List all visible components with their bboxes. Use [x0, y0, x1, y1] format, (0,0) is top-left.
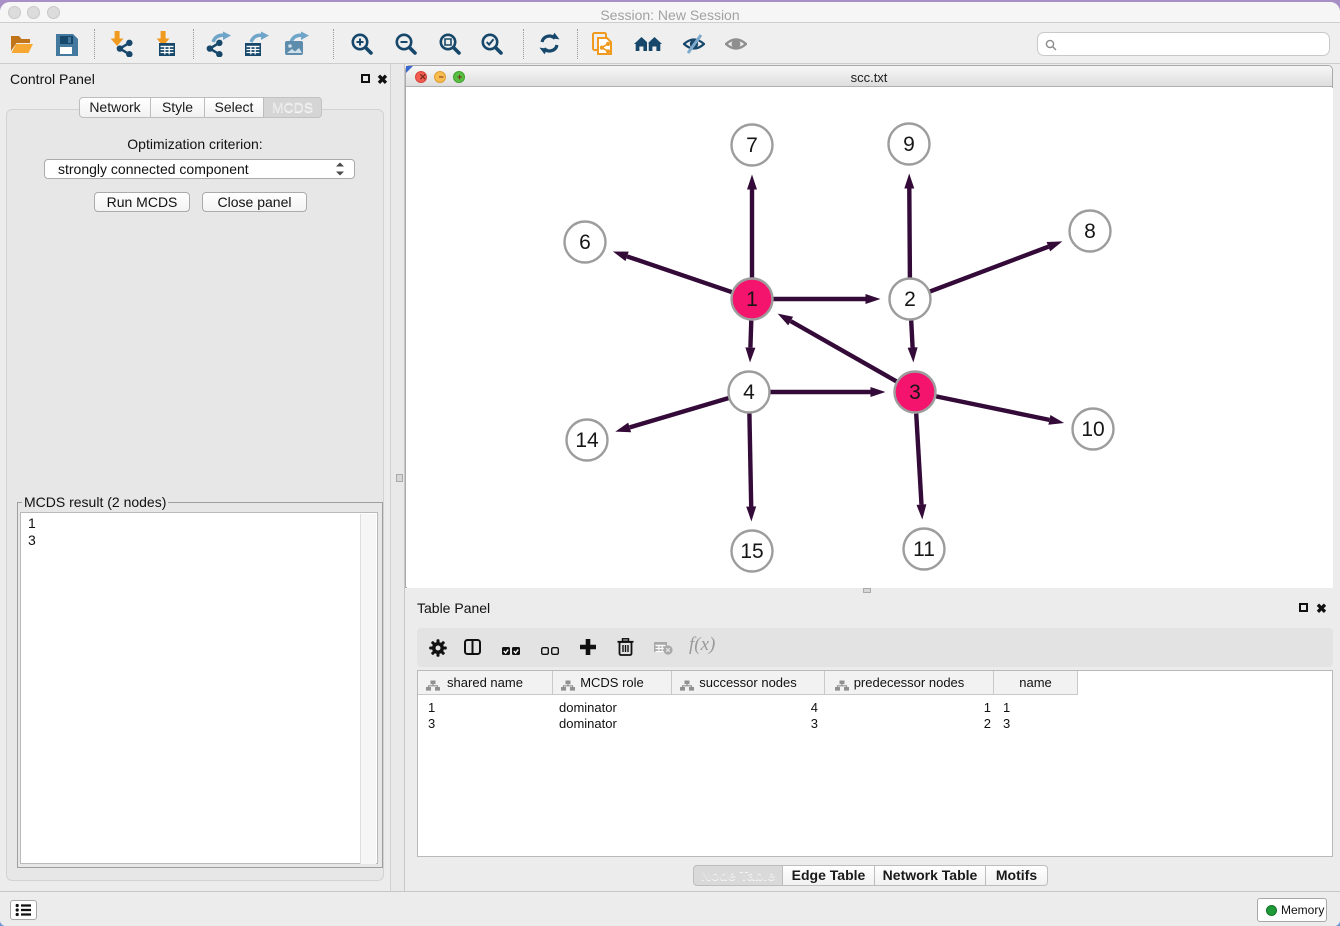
svg-text:15: 15 — [740, 540, 763, 563]
svg-text:6: 6 — [579, 231, 591, 254]
svg-text:14: 14 — [575, 429, 599, 452]
svg-text:9: 9 — [903, 133, 915, 156]
svg-text:10: 10 — [1081, 418, 1104, 441]
svg-text:7: 7 — [746, 134, 758, 157]
svg-text:2: 2 — [904, 288, 916, 311]
svg-text:4: 4 — [743, 381, 755, 404]
svg-text:3: 3 — [909, 381, 921, 404]
svg-text:8: 8 — [1084, 220, 1096, 243]
svg-text:11: 11 — [913, 538, 935, 561]
svg-text:1: 1 — [746, 288, 758, 311]
